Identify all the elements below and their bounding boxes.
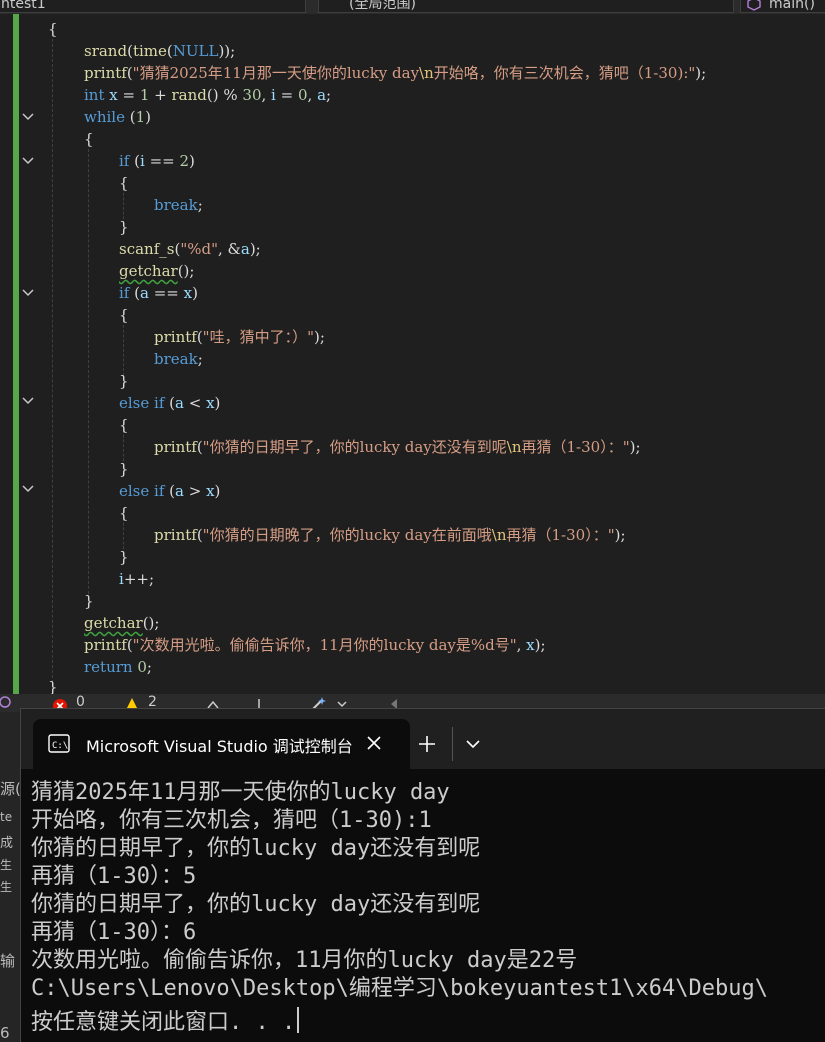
panel-fragment: 输 — [0, 952, 16, 970]
terminal-line: C:\Users\Lenovo\Desktop\编程学习\bokeyuantes… — [31, 976, 769, 1001]
code-line: if (i == 2) — [119, 152, 195, 170]
member-dropdown[interactable]: main() — [740, 0, 825, 13]
project-dropdown-label: ntest1 — [1, 0, 46, 12]
code-line: printf("你猜的日期早了，你的lucky day还没有到呢\n再猜（1-3… — [154, 438, 641, 456]
indent-guide — [88, 144, 89, 604]
panel-fragment: 成 — [0, 836, 14, 851]
code-line: return 0; — [84, 658, 152, 676]
terminal-tab-title: Microsoft Visual Studio 调试控制台 — [86, 737, 353, 756]
code-line: break; — [154, 196, 203, 214]
code-line: } — [119, 548, 129, 566]
project-dropdown[interactable]: ntest1 — [0, 0, 306, 13]
debug-console-window[interactable]: C:\ Microsoft Visual Studio 调试控制台 猜猜2025… — [20, 708, 825, 1042]
terminal-line: 你猜的日期早了，你的lucky day还没有到呢 — [31, 836, 481, 861]
code-line: if (a == x) — [119, 284, 198, 302]
output-panel-background: 源( te 成 生 生 输 6 — [0, 712, 20, 1042]
code-line: { — [48, 20, 58, 38]
code-line: printf("次数用光啦。偷偷告诉你，11月你的lucky day是%d号",… — [84, 636, 546, 654]
tab-divider — [452, 727, 453, 761]
code-line: } — [84, 592, 94, 610]
terminal-line: 次数用光啦。偷偷告诉你，11月你的lucky day是22号 — [31, 948, 578, 973]
code-line: } — [48, 678, 58, 694]
code-line: else if (a < x) — [119, 394, 221, 412]
text-cursor — [297, 1007, 300, 1033]
code-line: { — [119, 416, 129, 434]
code-line: while (1) — [84, 108, 152, 126]
line-number: 6 — [0, 1024, 10, 1042]
code-line: { — [119, 306, 129, 324]
terminal-line: 按任意键关闭此窗口. . . — [31, 1003, 300, 1035]
code-line: int x = 1 + rand() % 30, i = 0, a; — [84, 86, 332, 104]
code-editor[interactable]: { srand(time(NULL)); printf("猜猜2025年11月那… — [0, 14, 825, 694]
fold-chevron-down-icon[interactable] — [22, 156, 34, 166]
code-line: } — [119, 218, 129, 236]
code-line: printf("哇，猜中了：）"); — [154, 328, 325, 346]
console-app-icon: C:\ — [48, 734, 70, 753]
code-line: { — [84, 130, 94, 148]
indent-guide — [123, 320, 124, 376]
method-icon — [747, 0, 761, 11]
change-indicator-bar — [13, 14, 19, 694]
code-line: break; — [154, 350, 203, 368]
terminal-tab[interactable]: C:\ Microsoft Visual Studio 调试控制台 — [33, 719, 410, 769]
code-line: } — [119, 460, 129, 478]
panel-fragment: 生 — [0, 858, 13, 872]
code-line: printf("猜猜2025年11月那一天使你的lucky day\n开始咯，你… — [84, 64, 707, 82]
lightbulb-icon[interactable] — [0, 696, 16, 712]
scope-dropdown-label: (全局范围) — [349, 0, 416, 12]
panel-fragment: 源( — [0, 780, 20, 798]
code-line: scanf_s("%d", &a); — [119, 240, 261, 258]
plus-icon[interactable] — [418, 735, 436, 753]
terminal-tab-bar: C:\ Microsoft Visual Studio 调试控制台 — [21, 709, 825, 769]
panel-fragment: te — [0, 810, 13, 824]
close-icon[interactable] — [367, 736, 381, 750]
code-line: else if (a > x) — [119, 482, 221, 500]
editor-navigation-bar: ntest1 (全局范围) main() — [0, 0, 825, 14]
code-line: getchar(); — [119, 262, 195, 280]
code-line: { — [119, 504, 129, 522]
panel-fragment: 生 — [0, 880, 13, 894]
terminal-line: 你猜的日期早了，你的lucky day还没有到呢 — [31, 892, 481, 917]
indent-guide — [52, 34, 53, 688]
fold-chevron-down-icon[interactable] — [22, 484, 34, 494]
terminal-output[interactable]: 猜猜2025年11月那一天使你的lucky day 开始咯，你有三次机会，猜吧（… — [21, 769, 825, 1042]
chevron-down-icon[interactable] — [466, 739, 480, 749]
terminal-line: 猜猜2025年11月那一天使你的lucky day — [31, 780, 450, 805]
code-line: } — [119, 372, 129, 390]
code-line: getchar(); — [84, 614, 160, 632]
fold-chevron-down-icon[interactable] — [22, 396, 34, 406]
scope-dropdown[interactable]: (全局范围) — [318, 0, 734, 13]
svg-text:C:\: C:\ — [52, 741, 68, 751]
code-line: i++; — [119, 570, 155, 588]
terminal-prompt-text: 按任意键关闭此窗口. . . — [31, 1010, 296, 1035]
terminal-line: 再猜（1-30）：6 — [31, 920, 197, 945]
terminal-line: 再猜（1-30）：5 — [31, 864, 197, 889]
terminal-line: 开始咯，你有三次机会，猜吧（1-30):1 — [31, 808, 432, 833]
code-line: printf("你猜的日期晚了，你的lucky day在前面哦\n再猜（1-30… — [154, 526, 626, 544]
fold-chevron-down-icon[interactable] — [22, 288, 34, 298]
code-line: srand(time(NULL)); — [84, 42, 236, 60]
code-line: { — [119, 174, 129, 192]
fold-chevron-down-icon[interactable] — [22, 112, 34, 122]
